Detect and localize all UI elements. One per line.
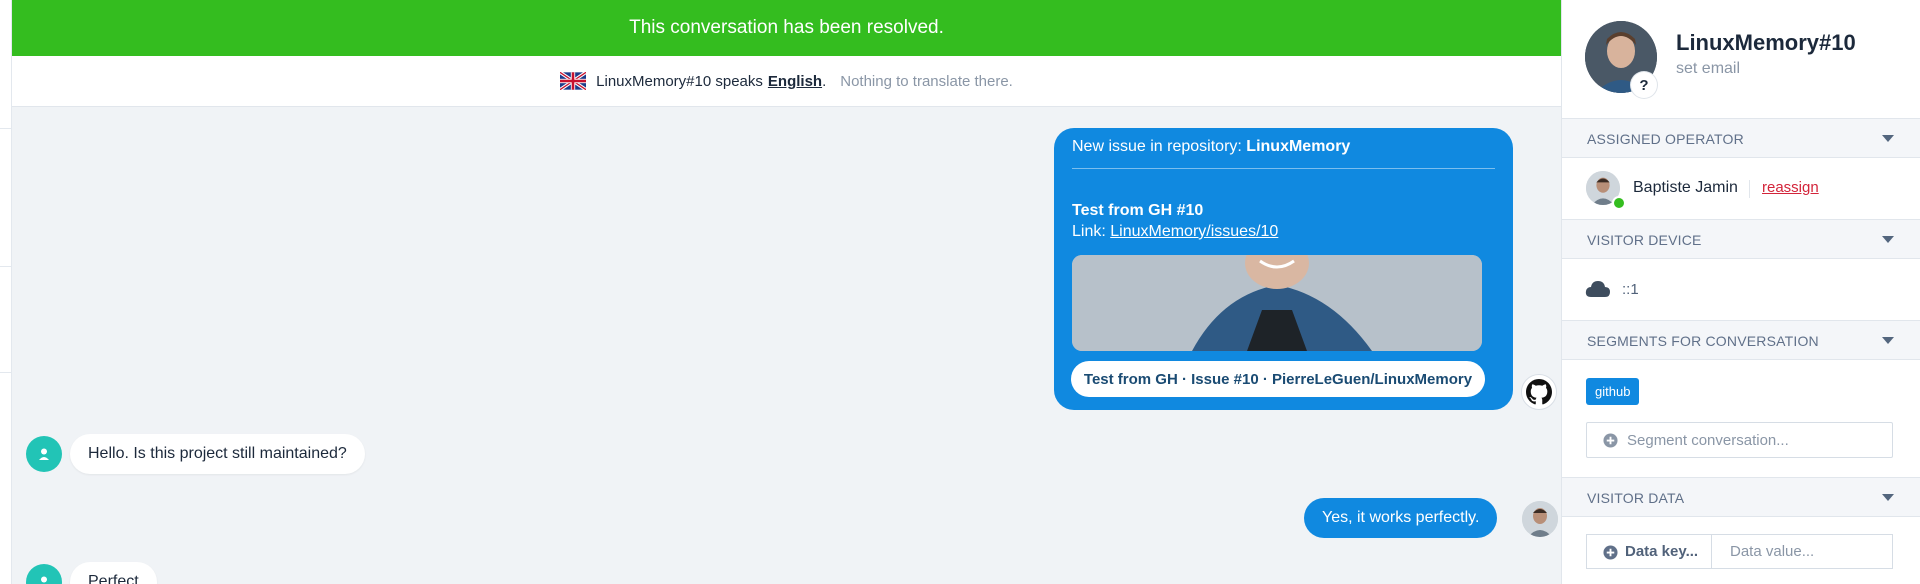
device-ip: ::1	[1622, 281, 1639, 298]
plus-circle-icon	[1603, 545, 1618, 560]
message-text: Hello. Is this project still maintained?	[88, 445, 347, 462]
visitor-data-header[interactable]: VISITOR DATA	[1562, 477, 1920, 517]
language-link[interactable]: English	[768, 73, 822, 90]
conversation-panel: This conversation has been resolved. Lin…	[12, 0, 1561, 584]
left-edge-panel	[0, 0, 12, 584]
visitor-message: Perfect	[70, 562, 157, 584]
set-email-link[interactable]: set email	[1676, 60, 1740, 78]
section-title: ASSIGNED OPERATOR	[1587, 131, 1744, 147]
segments-header[interactable]: SEGMENTS FOR CONVERSATION	[1562, 320, 1920, 360]
section-title: VISITOR DATA	[1587, 490, 1685, 506]
uk-flag-icon	[560, 72, 587, 90]
issue-preview-image[interactable]	[1072, 255, 1482, 351]
visitor-avatar	[26, 436, 62, 472]
operator-message: Yes, it works perfectly.	[1304, 498, 1498, 538]
issue-link-prefix: Link:	[1072, 223, 1111, 240]
cloud-icon	[1585, 281, 1610, 297]
github-logo-icon	[1526, 379, 1552, 405]
reassign-link[interactable]: reassign	[1762, 179, 1819, 196]
visitor-name[interactable]: LinuxMemory#10	[1676, 30, 1856, 56]
data-value-field[interactable]: Data value...	[1711, 534, 1893, 569]
plus-circle-icon	[1603, 433, 1618, 448]
chevron-down-icon[interactable]	[1882, 494, 1894, 501]
message-text: Perfect	[88, 573, 139, 584]
divider	[1749, 180, 1750, 198]
data-key-field[interactable]: Data key...	[1586, 534, 1712, 569]
left-divider	[0, 266, 11, 267]
translation-period: .	[822, 72, 827, 90]
chevron-down-icon[interactable]	[1882, 337, 1894, 344]
operator-photo	[1522, 501, 1558, 537]
github-issue-card: New issue in repository: LinuxMemory Tes…	[1054, 128, 1513, 410]
visitor-device-header[interactable]: VISITOR DEVICE	[1562, 219, 1920, 259]
data-value-placeholder: Data value...	[1730, 543, 1815, 560]
issue-open-button[interactable]: Test from GH · Issue #10 · PierreLeGuen/…	[1071, 361, 1485, 397]
user-icon	[39, 448, 49, 460]
user-icon	[41, 576, 47, 583]
translation-hint: Nothing to translate there.	[840, 72, 1013, 90]
assigned-operator-header[interactable]: ASSIGNED OPERATOR	[1562, 118, 1920, 158]
issue-link[interactable]: LinuxMemory/issues/10	[1110, 223, 1278, 240]
visitor-avatar	[26, 564, 62, 584]
left-divider	[0, 372, 11, 373]
operator-avatar	[1522, 501, 1558, 537]
card-title-prefix: New issue in repository:	[1072, 138, 1247, 155]
issue-link-line: Link: LinuxMemory/issues/10	[1072, 223, 1278, 241]
segment-input[interactable]: Segment conversation...	[1586, 422, 1893, 458]
chevron-down-icon[interactable]	[1882, 236, 1894, 243]
card-title: New issue in repository: LinuxMemory	[1072, 138, 1350, 156]
issue-title: Test from GH #10	[1072, 202, 1204, 219]
left-divider	[0, 128, 11, 129]
visitor-message: Hello. Is this project still maintained?	[70, 434, 365, 474]
segment-input-placeholder: Segment conversation...	[1627, 431, 1789, 449]
data-key-placeholder: Data key...	[1625, 543, 1699, 560]
resolved-banner-text: This conversation has been resolved.	[629, 17, 944, 38]
section-title: VISITOR DEVICE	[1587, 232, 1702, 248]
card-divider	[1072, 168, 1495, 169]
online-status-dot	[1612, 196, 1626, 210]
help-badge-icon[interactable]: ?	[1631, 72, 1657, 98]
preview-photo	[1072, 255, 1482, 351]
translation-bar: LinuxMemory#10 speaks English . Nothing …	[12, 56, 1561, 107]
github-icon	[1521, 374, 1557, 410]
segment-tag[interactable]: github	[1586, 378, 1640, 405]
chevron-down-icon[interactable]	[1882, 135, 1894, 142]
card-repo: LinuxMemory	[1246, 138, 1351, 155]
operator-name: Baptiste Jamin	[1633, 179, 1738, 196]
section-title: SEGMENTS FOR CONVERSATION	[1587, 333, 1819, 349]
conversation-sidebar: ? LinuxMemory#10 set email ASSIGNED OPER…	[1561, 0, 1920, 584]
resolved-banner: This conversation has been resolved.	[12, 0, 1561, 56]
message-text: Yes, it works perfectly.	[1322, 509, 1480, 526]
speaker-text: LinuxMemory#10 speaks	[596, 72, 763, 90]
